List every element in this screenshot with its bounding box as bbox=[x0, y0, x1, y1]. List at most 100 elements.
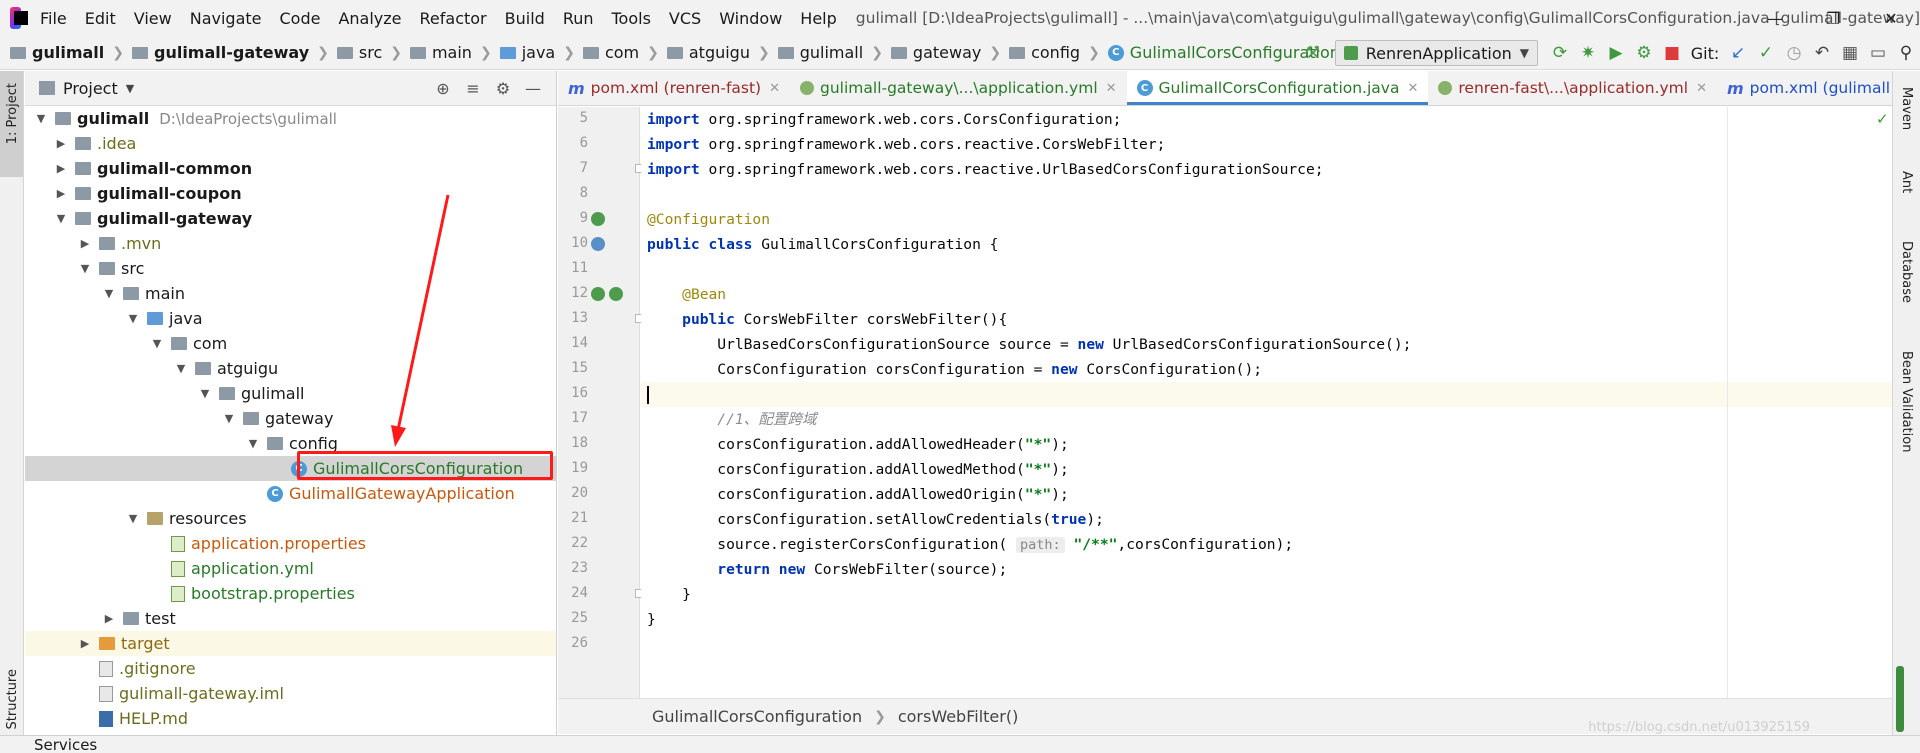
chevron-right-icon[interactable]: ▶ bbox=[101, 612, 117, 625]
chevron-down-icon[interactable]: ▼ bbox=[125, 312, 141, 325]
stop-icon[interactable]: ■ bbox=[1658, 39, 1686, 67]
tree-item-gulimall-gateway[interactable]: ▼ gulimall-gateway bbox=[25, 206, 556, 231]
menu-view[interactable]: View bbox=[125, 9, 181, 28]
project-tool-tab[interactable]: 1: Project bbox=[0, 71, 23, 177]
build-hammer-icon[interactable]: ⚒ bbox=[1299, 39, 1327, 67]
chevron-right-icon[interactable]: ▶ bbox=[77, 637, 93, 650]
git-update-icon[interactable]: ↙ bbox=[1724, 39, 1752, 67]
chevron-right-icon[interactable]: ▶ bbox=[53, 187, 69, 200]
run-configuration-select[interactable]: RenrenApplication ▼ bbox=[1334, 40, 1538, 66]
breadcrumb-method[interactable]: corsWebFilter() bbox=[898, 707, 1019, 726]
tree-item-application-yml[interactable]: ▶application.yml bbox=[25, 556, 556, 581]
menu-edit[interactable]: Edit bbox=[76, 9, 125, 28]
nav-crumb-gulimall-gateway[interactable]: gulimall-gateway ❯ bbox=[131, 43, 337, 62]
spring-config-gutter-icon[interactable] bbox=[591, 237, 605, 251]
tab-pom-renren-fast[interactable]: m pom.xml (renren-fast) ✕ bbox=[558, 71, 790, 105]
menu-navigate[interactable]: Navigate bbox=[181, 9, 271, 28]
tab-gateway-application-yml[interactable]: gulimall-gateway\...\application.yml ✕ bbox=[790, 71, 1127, 105]
inspection-ok-icon[interactable]: ✓ bbox=[1876, 110, 1889, 128]
menu-build[interactable]: Build bbox=[496, 9, 554, 28]
git-history-icon[interactable]: ◷ bbox=[1780, 39, 1808, 67]
tree-item-help-md[interactable]: ▶HELP.md bbox=[25, 706, 556, 731]
nav-crumb-gulimall[interactable]: gulimall ❯ bbox=[10, 43, 132, 62]
tree-item-gulimall-cors-configuration[interactable]: ▶CGulimallCorsConfiguration bbox=[25, 456, 556, 481]
menu-code[interactable]: Code bbox=[271, 9, 330, 28]
tree-item-idea[interactable]: ▶ .idea bbox=[25, 131, 556, 156]
menu-window[interactable]: Window bbox=[710, 9, 791, 28]
hide-icon[interactable]: — bbox=[518, 79, 548, 98]
tree-item-test[interactable]: ▶ test bbox=[25, 606, 556, 631]
debug-bug-icon[interactable]: ✷ bbox=[1574, 39, 1602, 67]
tree-item-gateway[interactable]: ▼ gateway bbox=[25, 406, 556, 431]
menu-file[interactable]: File bbox=[31, 9, 76, 28]
database-tool-tab[interactable]: Database bbox=[1899, 241, 1914, 303]
tree-item-com[interactable]: ▼ com bbox=[25, 331, 556, 356]
nav-crumb-src[interactable]: src ❯ bbox=[336, 43, 410, 62]
minimize-icon[interactable]: — bbox=[1746, 0, 1804, 36]
chevron-down-icon[interactable]: ▼ bbox=[245, 437, 261, 450]
chevron-down-icon[interactable]: ▼ bbox=[197, 387, 213, 400]
profile-icon[interactable]: ⚙ bbox=[1630, 39, 1658, 67]
chevron-down-icon[interactable]: ▼ bbox=[125, 512, 141, 525]
spring-bean-gutter-icon[interactable] bbox=[609, 287, 623, 301]
tree-item-config[interactable]: ▼ config bbox=[25, 431, 556, 456]
restore-icon[interactable]: ❐ bbox=[1804, 0, 1862, 36]
close-tab-icon[interactable]: ✕ bbox=[769, 81, 780, 96]
run-coverage-icon[interactable]: ▶ bbox=[1602, 39, 1630, 67]
tree-item-gulimall-coupon[interactable]: ▶ gulimall-coupon bbox=[25, 181, 556, 206]
spring-bean-gutter-icon[interactable] bbox=[591, 287, 605, 301]
presentation-icon[interactable]: ▭ bbox=[1864, 39, 1892, 67]
tab-pom-gulimall[interactable]: m pom.xml (gulimall bbox=[1717, 71, 1892, 105]
tree-item-java[interactable]: ▼ java bbox=[25, 306, 556, 331]
tree-item-resources[interactable]: ▼ resources bbox=[25, 506, 556, 531]
ant-tool-tab[interactable]: Ant bbox=[1899, 171, 1914, 193]
menu-refactor[interactable]: Refactor bbox=[411, 9, 496, 28]
menu-vcs[interactable]: VCS bbox=[660, 9, 710, 28]
chevron-down-icon[interactable]: ▼ bbox=[173, 362, 189, 375]
chevron-down-icon[interactable]: ▼ bbox=[149, 337, 165, 350]
git-rollback-icon[interactable]: ↶ bbox=[1808, 39, 1836, 67]
menu-analyze[interactable]: Analyze bbox=[329, 9, 410, 28]
tree-item-main[interactable]: ▼ main bbox=[25, 281, 556, 306]
tree-item-gulimall[interactable]: ▼ gulimall D:\IdeaProjects\gulimall bbox=[25, 106, 556, 131]
tree-item-gulimall-common[interactable]: ▶ gulimall-common bbox=[25, 156, 556, 181]
nav-crumb-gulimall-pkg[interactable]: gulimall ❯ bbox=[777, 43, 891, 62]
rerun-icon[interactable]: ⟳ bbox=[1546, 39, 1574, 67]
spring-bean-gutter-icon[interactable] bbox=[591, 212, 605, 226]
close-tab-icon[interactable]: ✕ bbox=[1407, 81, 1418, 96]
chevron-down-icon[interactable]: ▼ bbox=[101, 287, 117, 300]
menu-tools[interactable]: Tools bbox=[603, 9, 660, 28]
collapse-all-icon[interactable]: ≡ bbox=[458, 79, 488, 98]
menu-run[interactable]: Run bbox=[554, 9, 603, 28]
tree-item-atguigu[interactable]: ▼ atguigu bbox=[25, 356, 556, 381]
services-tool-tab[interactable]: Services bbox=[34, 736, 97, 753]
nav-crumb-main[interactable]: main ❯ bbox=[409, 43, 500, 62]
chevron-down-icon[interactable]: ▼ bbox=[53, 212, 69, 225]
nav-crumb-com[interactable]: com ❯ bbox=[582, 43, 667, 62]
editor-scrollbar[interactable] bbox=[1896, 666, 1904, 732]
nav-crumb-config[interactable]: config ❯ bbox=[1009, 43, 1108, 62]
tree-item-gulimall-package[interactable]: ▼ gulimall bbox=[25, 381, 556, 406]
locate-target-icon[interactable]: ⊕ bbox=[428, 79, 458, 98]
tree-item-bootstrap-properties[interactable]: ▶bootstrap.properties bbox=[25, 581, 556, 606]
tree-item-mvn[interactable]: ▶ .mvn bbox=[25, 231, 556, 256]
maven-tool-tab[interactable]: Maven bbox=[1899, 87, 1914, 130]
close-icon[interactable]: ✕ bbox=[1862, 0, 1920, 36]
code-editor[interactable]: import org.springframework.web.cors.Cors… bbox=[641, 107, 1892, 698]
project-structure-icon[interactable]: ▦ bbox=[1836, 39, 1864, 67]
tree-item-gulimall-gateway-application[interactable]: ▶CGulimallGatewayApplication bbox=[25, 481, 556, 506]
git-commit-icon[interactable]: ✓ bbox=[1752, 39, 1780, 67]
chevron-down-icon[interactable]: ▼ bbox=[221, 412, 237, 425]
tree-item-iml[interactable]: ▶gulimall-gateway.iml bbox=[25, 681, 556, 706]
tree-item-gitignore[interactable]: ▶.gitignore bbox=[25, 656, 556, 681]
tree-item-src[interactable]: ▼ src bbox=[25, 256, 556, 281]
breadcrumb-class[interactable]: GulimallCorsConfiguration bbox=[652, 707, 862, 726]
tree-item-application-properties[interactable]: ▶application.properties bbox=[25, 531, 556, 556]
chevron-right-icon[interactable]: ▶ bbox=[53, 162, 69, 175]
nav-crumb-gateway[interactable]: gateway ❯ bbox=[890, 43, 1009, 62]
tab-gulimall-cors-configuration[interactable]: C GulimallCorsConfiguration.java ✕ bbox=[1126, 71, 1429, 105]
menu-help[interactable]: Help bbox=[791, 9, 845, 28]
chevron-down-icon[interactable]: ▼ bbox=[77, 262, 93, 275]
nav-crumb-java[interactable]: java ❯ bbox=[499, 43, 583, 62]
nav-crumb-atguigu[interactable]: atguigu ❯ bbox=[666, 43, 778, 62]
